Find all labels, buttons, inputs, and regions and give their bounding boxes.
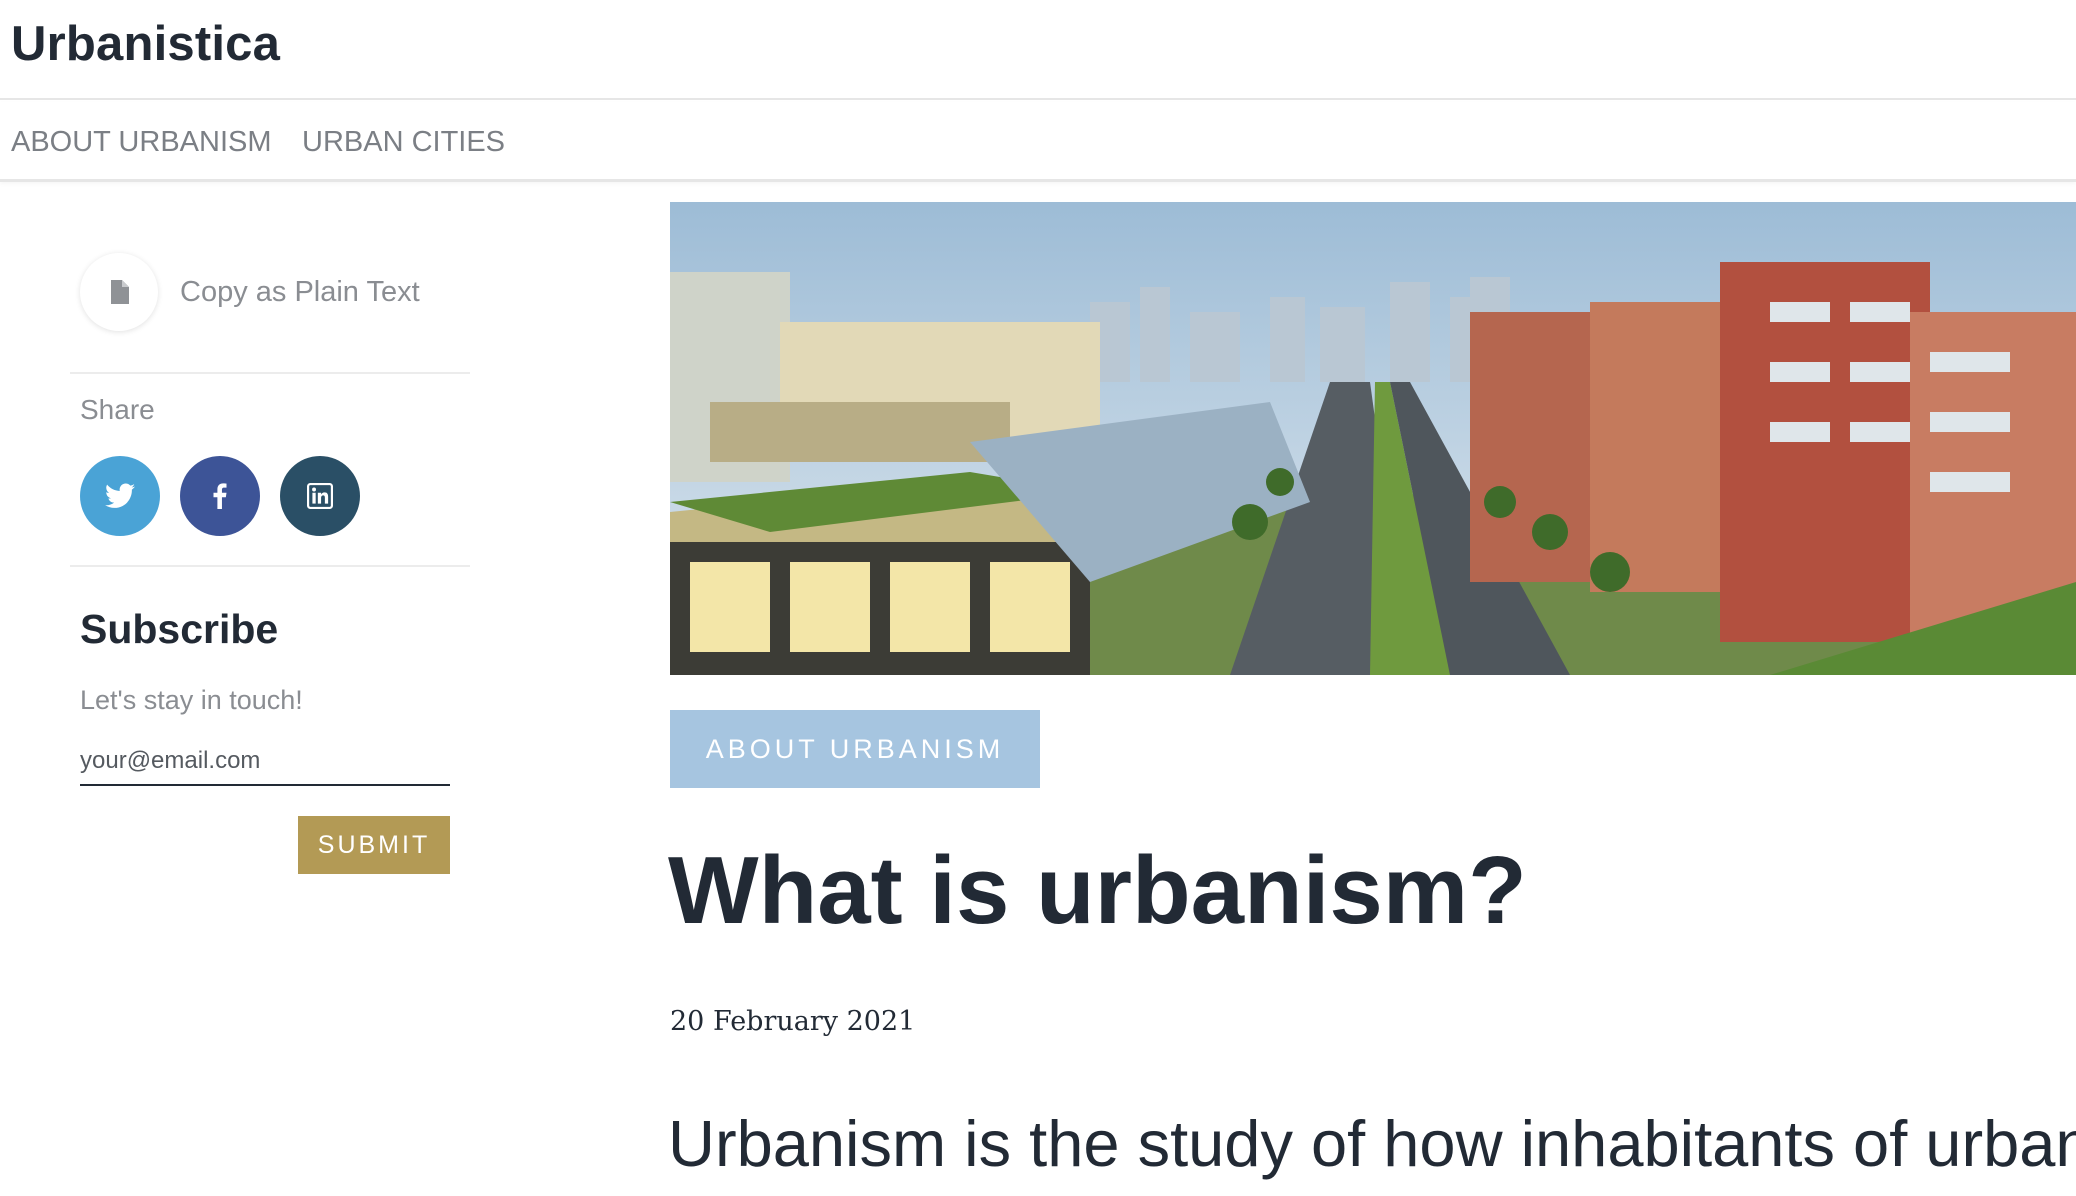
page: Urbanistica ABOUT URBANISM URBAN CITIES … <box>0 0 2076 1196</box>
category-badge[interactable]: ABOUT URBANISM <box>670 710 1040 788</box>
twitter-share-button[interactable] <box>80 456 160 536</box>
copy-label: Copy as Plain Text <box>180 275 420 308</box>
facebook-share-button[interactable] <box>180 456 260 536</box>
site-header: Urbanistica <box>0 0 2076 100</box>
article-title: What is urbanism? <box>668 837 1527 944</box>
email-field[interactable] <box>80 738 450 786</box>
linkedin-icon <box>307 483 333 509</box>
facebook-icon <box>213 483 227 509</box>
article-lead: Urbanism is the study of how inhabitants… <box>668 1107 2076 1180</box>
subscribe-title: Subscribe <box>80 606 279 652</box>
article-date: 20 February 2021 <box>670 1006 916 1037</box>
copy-circle[interactable] <box>80 253 158 331</box>
nav-item-urban-cities[interactable]: URBAN CITIES <box>302 126 505 159</box>
divider <box>70 565 470 567</box>
document-icon <box>111 280 129 304</box>
submit-button[interactable]: SUBMIT <box>298 816 450 874</box>
twitter-icon <box>105 483 135 508</box>
divider <box>70 372 470 374</box>
copy-plain-text-button[interactable]: Copy as Plain Text <box>80 252 420 332</box>
main-nav: ABOUT URBANISM URBAN CITIES <box>0 102 2076 182</box>
subscribe-text: Let's stay in touch! <box>80 685 303 715</box>
nav-item-about-urbanism[interactable]: ABOUT URBANISM <box>11 126 272 159</box>
linkedin-share-button[interactable] <box>280 456 360 536</box>
site-logo[interactable]: Urbanistica <box>11 16 280 72</box>
hero-image <box>670 202 2076 675</box>
share-label: Share <box>80 394 155 425</box>
